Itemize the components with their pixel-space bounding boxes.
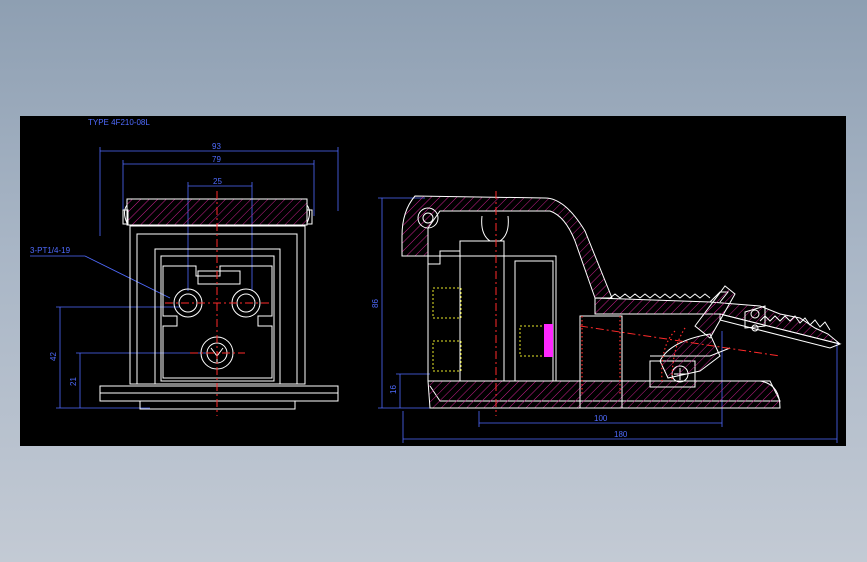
dim-79: 79 xyxy=(212,155,221,164)
accent-block xyxy=(544,324,553,357)
technical-drawing: TYPE 4F210-08L 93 79 25 3-PT1/4-19 42 21… xyxy=(30,118,842,443)
hidden-lines xyxy=(432,287,551,372)
dim-25: 25 xyxy=(213,177,222,186)
dim-100: 100 xyxy=(594,414,608,423)
dim-16: 16 xyxy=(389,385,398,394)
port-callout: 3-PT1/4-19 xyxy=(30,246,71,255)
cad-viewport[interactable]: TYPE 4F210-08L 93 79 25 3-PT1/4-19 42 21… xyxy=(20,116,846,446)
dim-93: 93 xyxy=(212,142,221,151)
side-view xyxy=(378,195,842,443)
front-dimension-lines xyxy=(30,147,339,409)
drawing-title: TYPE 4F210-08L xyxy=(88,118,150,127)
dim-42: 42 xyxy=(49,352,58,361)
dim-86: 86 xyxy=(371,299,380,308)
dim-21: 21 xyxy=(69,377,78,386)
dim-180: 180 xyxy=(614,430,628,439)
front-view xyxy=(30,147,339,410)
